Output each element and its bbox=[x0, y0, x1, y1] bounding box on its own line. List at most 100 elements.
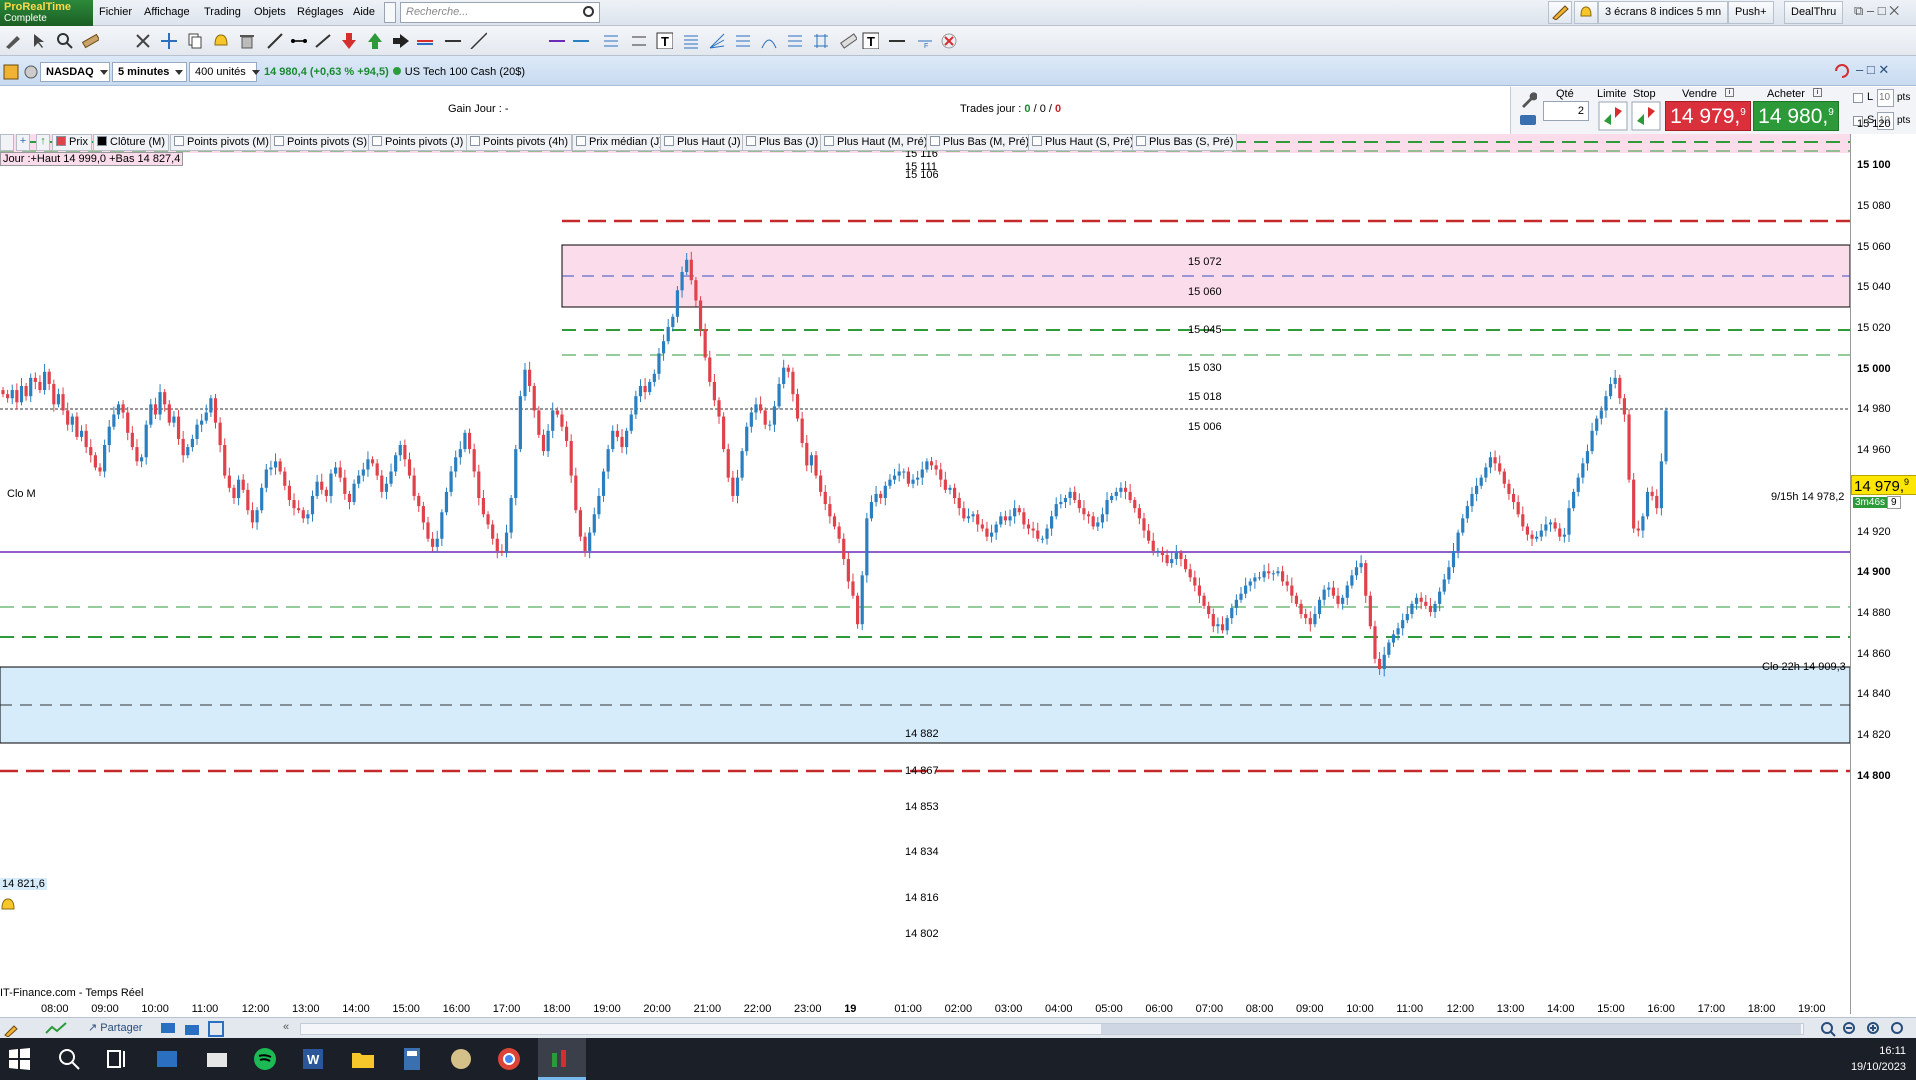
indicator-plus-haut-s[interactable]: Plus Haut (S, Pré) bbox=[1028, 134, 1138, 151]
chart-settings-icon[interactable] bbox=[22, 63, 39, 80]
legend-toggle-icon[interactable] bbox=[0, 134, 14, 151]
grid-icon[interactable] bbox=[812, 32, 829, 49]
timeframe-dropdown[interactable]: 5 minutes bbox=[112, 62, 187, 82]
keyboard-icon[interactable] bbox=[1519, 111, 1537, 129]
refresh-icon[interactable] bbox=[1833, 62, 1850, 79]
trend-tool-icon[interactable] bbox=[314, 32, 331, 49]
files-icon[interactable] bbox=[204, 1046, 230, 1072]
legend-add-icon[interactable]: + bbox=[16, 134, 30, 151]
horizontal-scrollbar[interactable] bbox=[300, 1023, 1804, 1035]
tools-icon[interactable] bbox=[134, 32, 151, 49]
task-view-icon[interactable] bbox=[104, 1046, 130, 1072]
screen-icon[interactable] bbox=[160, 1021, 176, 1037]
search-icon[interactable] bbox=[583, 6, 594, 17]
arc-icon[interactable] bbox=[760, 32, 777, 49]
indicator-pivots-s[interactable]: Points pivots (S) bbox=[270, 134, 372, 151]
units-dropdown[interactable]: 400 unités bbox=[189, 62, 260, 82]
text-box-icon[interactable]: T bbox=[862, 32, 879, 49]
pencil-icon[interactable] bbox=[3, 1021, 19, 1037]
menu-trading[interactable]: Trading bbox=[204, 6, 241, 18]
camera-icon[interactable] bbox=[184, 1021, 200, 1037]
paint-icon[interactable] bbox=[448, 1046, 474, 1072]
drawing-pencil-icon[interactable] bbox=[1548, 1, 1572, 24]
right-arrow-icon[interactable] bbox=[392, 32, 409, 49]
cursor-icon[interactable] bbox=[30, 32, 47, 49]
alerts-bell-icon[interactable] bbox=[1574, 1, 1598, 24]
zoom-chart-icon[interactable] bbox=[1820, 1021, 1836, 1037]
move-icon[interactable] bbox=[160, 32, 177, 49]
levels-icon[interactable] bbox=[734, 32, 751, 49]
price-label-icon[interactable]: F bbox=[916, 32, 933, 49]
indicator-plus-haut-j[interactable]: Plus Haut (J) bbox=[660, 134, 745, 151]
indicator-prix-median[interactable]: Prix médian (J) bbox=[572, 134, 667, 151]
text-tool-icon[interactable]: T bbox=[656, 32, 673, 49]
fibonacci-icon[interactable] bbox=[682, 32, 699, 49]
close-icon[interactable]: ✕ bbox=[1889, 3, 1899, 18]
chart-maximize-icon[interactable]: □ bbox=[1867, 62, 1875, 77]
price-chart[interactable] bbox=[0, 134, 1850, 1014]
windows-start-icon[interactable] bbox=[6, 1046, 32, 1072]
wrench-icon[interactable] bbox=[1519, 91, 1537, 109]
limit-checkbox[interactable] bbox=[1853, 93, 1863, 103]
indicator-plus-bas-s[interactable]: Plus Bas (S, Pré) bbox=[1132, 134, 1238, 151]
legend-up-icon[interactable]: ↑ bbox=[36, 134, 50, 151]
chart-close-icon[interactable]: ✕ bbox=[1878, 62, 1889, 77]
limit-order-icon[interactable] bbox=[1598, 101, 1628, 131]
menu-reglages[interactable]: Réglages bbox=[297, 6, 343, 18]
zoom-out-icon[interactable] bbox=[1842, 1021, 1858, 1037]
buy-info-icon[interactable]: i bbox=[1813, 88, 1822, 97]
chrome-icon[interactable] bbox=[496, 1046, 522, 1072]
blue-line-icon[interactable] bbox=[572, 32, 589, 49]
buy-button[interactable]: 14 980,9 bbox=[1753, 101, 1839, 131]
indicator-plus-bas-j[interactable]: Plus Bas (J) bbox=[742, 134, 823, 151]
indicator-cloture[interactable]: Clôture (M) bbox=[93, 134, 170, 151]
menu-aide[interactable]: Aide bbox=[353, 6, 375, 18]
bell-icon[interactable] bbox=[212, 32, 229, 49]
channel-icon[interactable] bbox=[602, 32, 619, 49]
search-icon[interactable] bbox=[56, 1046, 82, 1072]
minimize-icon[interactable]: – bbox=[1867, 3, 1874, 18]
stop-order-icon[interactable] bbox=[1631, 101, 1661, 131]
delete-drawings-icon[interactable] bbox=[940, 32, 957, 49]
alert-bell-icon[interactable] bbox=[0, 897, 16, 911]
word-icon[interactable]: W bbox=[300, 1046, 326, 1072]
ruler-icon[interactable] bbox=[82, 32, 99, 49]
indicator-plus-bas-m[interactable]: Plus Bas (M, Pré) bbox=[926, 134, 1034, 151]
zoom-icon[interactable] bbox=[56, 32, 73, 49]
restore-icon[interactable]: ⧉ bbox=[1854, 3, 1863, 18]
gann-icon[interactable] bbox=[786, 32, 803, 49]
sell-button[interactable]: 14 979,9 bbox=[1665, 101, 1751, 131]
scroll-left-icon[interactable]: « bbox=[283, 1021, 289, 1033]
chart-link-icon[interactable] bbox=[2, 63, 19, 80]
indicator-prix[interactable]: Prix bbox=[52, 134, 92, 151]
indicator-pivots-m[interactable]: Points pivots (M) bbox=[170, 134, 273, 151]
share-button[interactable]: ↗ Partager bbox=[88, 1021, 142, 1034]
system-clock[interactable]: 16:11 19/10/2023 bbox=[1851, 1043, 1906, 1075]
dash-line-icon[interactable] bbox=[888, 32, 905, 49]
file-explorer-icon[interactable] bbox=[350, 1046, 376, 1072]
zoom-reset-icon[interactable] bbox=[1890, 1021, 1906, 1037]
screens-button[interactable]: 3 écrans 8 indices 5 mn bbox=[1598, 1, 1729, 24]
fan-icon[interactable] bbox=[708, 32, 725, 49]
zoom-in-icon[interactable] bbox=[1866, 1021, 1882, 1037]
qty-input[interactable]: 2 bbox=[1543, 101, 1589, 121]
chart-minimize-icon[interactable]: – bbox=[1856, 62, 1863, 77]
trash-icon[interactable] bbox=[238, 32, 255, 49]
line-tool-icon[interactable] bbox=[266, 32, 283, 49]
down-arrow-icon[interactable] bbox=[340, 32, 357, 49]
calculator-icon[interactable] bbox=[399, 1046, 425, 1072]
spotify-icon[interactable] bbox=[252, 1046, 278, 1072]
diagonal-line-icon[interactable] bbox=[470, 32, 487, 49]
segment-tool-icon[interactable] bbox=[290, 32, 307, 49]
fullscreen-icon[interactable] bbox=[208, 1021, 224, 1037]
hline-icon[interactable] bbox=[444, 32, 461, 49]
app-icon[interactable] bbox=[154, 1046, 180, 1072]
indicator-plus-haut-m[interactable]: Plus Haut (M, Pré) bbox=[820, 134, 932, 151]
maximize-icon[interactable]: □ bbox=[1878, 3, 1886, 18]
menu-affichage[interactable]: Affichage bbox=[144, 6, 190, 18]
push-button[interactable]: Push+ bbox=[1728, 1, 1774, 24]
indicator-pivots-j[interactable]: Points pivots (J) bbox=[368, 134, 468, 151]
pencil-icon[interactable] bbox=[4, 32, 21, 49]
ruler-tool-icon[interactable] bbox=[840, 32, 857, 49]
search-options-icon[interactable] bbox=[384, 2, 396, 23]
